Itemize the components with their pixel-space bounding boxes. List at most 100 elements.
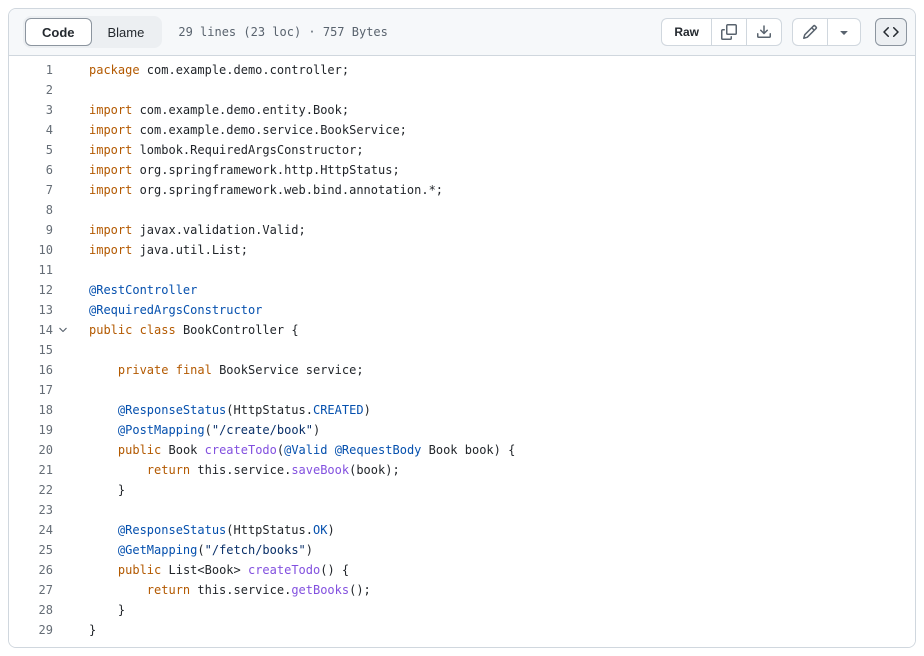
line-number[interactable]: 25 bbox=[9, 540, 53, 560]
line-number[interactable]: 27 bbox=[9, 580, 53, 600]
line-number[interactable]: 13 bbox=[9, 300, 53, 320]
fold-gutter-spacer bbox=[53, 220, 73, 240]
code-line-content: @GetMapping("/fetch/books") bbox=[89, 540, 313, 560]
code-line: 3 import com.example.demo.entity.Book; bbox=[9, 100, 915, 120]
fold-gutter-spacer bbox=[53, 400, 73, 420]
code-line-content: package com.example.demo.controller; bbox=[89, 60, 349, 80]
fold-gutter-spacer bbox=[53, 460, 73, 480]
tab-blame[interactable]: Blame bbox=[92, 18, 161, 46]
code-line-content: return this.service.saveBook(book); bbox=[89, 460, 400, 480]
edit-dropdown-button[interactable] bbox=[827, 18, 861, 46]
copy-button[interactable] bbox=[711, 18, 746, 46]
symbols-button[interactable] bbox=[875, 18, 907, 46]
code-line-content: import java.util.List; bbox=[89, 240, 248, 260]
line-number[interactable]: 20 bbox=[9, 440, 53, 460]
code-line-content: return this.service.getBooks(); bbox=[89, 580, 371, 600]
code-icon bbox=[883, 24, 899, 40]
fold-gutter-spacer bbox=[53, 480, 73, 500]
line-number[interactable]: 23 bbox=[9, 500, 53, 520]
code-line-content: @RestController bbox=[89, 280, 197, 300]
code-line: 8 bbox=[9, 200, 915, 220]
code-line-content: import org.springframework.web.bind.anno… bbox=[89, 180, 443, 200]
code-line-content: import com.example.demo.entity.Book; bbox=[89, 100, 349, 120]
line-number[interactable]: 11 bbox=[9, 260, 53, 280]
fold-gutter-spacer bbox=[53, 240, 73, 260]
line-number[interactable]: 24 bbox=[9, 520, 53, 540]
code-line: 14 public class BookController { bbox=[9, 320, 915, 340]
raw-button[interactable]: Raw bbox=[661, 18, 711, 46]
line-number[interactable]: 4 bbox=[9, 120, 53, 140]
code-line-content: @ResponseStatus(HttpStatus.OK) bbox=[89, 520, 335, 540]
fold-gutter-spacer bbox=[53, 340, 73, 360]
line-number[interactable]: 2 bbox=[9, 80, 53, 100]
line-number[interactable]: 8 bbox=[9, 200, 53, 220]
code-line-content: import lombok.RequiredArgsConstructor; bbox=[89, 140, 364, 160]
line-number[interactable]: 19 bbox=[9, 420, 53, 440]
code-line-content: } bbox=[89, 620, 96, 640]
collapse-chevron-icon[interactable] bbox=[53, 320, 73, 340]
code-line: 2 bbox=[9, 80, 915, 100]
code-line: 20 public Book createTodo(@Valid @Reques… bbox=[9, 440, 915, 460]
line-number[interactable]: 15 bbox=[9, 340, 53, 360]
code-line: 11 bbox=[9, 260, 915, 280]
line-number[interactable]: 3 bbox=[9, 100, 53, 120]
fold-gutter-spacer bbox=[53, 100, 73, 120]
code-line: 19 @PostMapping("/create/book") bbox=[9, 420, 915, 440]
file-header: Code Blame 29 lines (23 loc) · 757 Bytes… bbox=[9, 9, 915, 56]
code-line: 23 bbox=[9, 500, 915, 520]
code-content: 1 package com.example.demo.controller; 23 i… bbox=[9, 56, 915, 648]
download-button[interactable] bbox=[746, 18, 782, 46]
fold-gutter-spacer bbox=[53, 420, 73, 440]
line-number[interactable]: 17 bbox=[9, 380, 53, 400]
code-line-content: import javax.validation.Valid; bbox=[89, 220, 306, 240]
line-number[interactable]: 28 bbox=[9, 600, 53, 620]
line-number[interactable]: 16 bbox=[9, 360, 53, 380]
line-number[interactable]: 10 bbox=[9, 240, 53, 260]
code-line: 22 } bbox=[9, 480, 915, 500]
code-line: 7 import org.springframework.web.bind.ann… bbox=[9, 180, 915, 200]
code-line-content: public class BookController { bbox=[89, 320, 299, 340]
code-line-content: public List<Book> createTodo() { bbox=[89, 560, 349, 580]
file-view-container: Code Blame 29 lines (23 loc) · 757 Bytes… bbox=[8, 8, 916, 648]
code-line: 24 @ResponseStatus(HttpStatus.OK) bbox=[9, 520, 915, 540]
fold-gutter-spacer bbox=[53, 440, 73, 460]
code-line: 10 import java.util.List; bbox=[9, 240, 915, 260]
code-line: 26 public List<Book> createTodo() { bbox=[9, 560, 915, 580]
code-line-content: @RequiredArgsConstructor bbox=[89, 300, 262, 320]
line-number[interactable]: 14 bbox=[9, 320, 53, 340]
line-number[interactable]: 5 bbox=[9, 140, 53, 160]
line-number[interactable]: 21 bbox=[9, 460, 53, 480]
code-line: 16 private final BookService service; bbox=[9, 360, 915, 380]
line-number[interactable]: 18 bbox=[9, 400, 53, 420]
line-number[interactable]: 22 bbox=[9, 480, 53, 500]
code-line-content: import com.example.demo.service.BookServ… bbox=[89, 120, 407, 140]
line-number[interactable]: 6 bbox=[9, 160, 53, 180]
code-line-content: } bbox=[89, 600, 125, 620]
edit-group bbox=[792, 18, 861, 46]
line-number[interactable]: 7 bbox=[9, 180, 53, 200]
code-line: 5 import lombok.RequiredArgsConstructor; bbox=[9, 140, 915, 160]
code-line: 15 bbox=[9, 340, 915, 360]
fold-gutter-spacer bbox=[53, 80, 73, 100]
fold-gutter-spacer bbox=[53, 200, 73, 220]
code-line-content: public Book createTodo(@Valid @RequestBo… bbox=[89, 440, 515, 460]
code-line: 28 } bbox=[9, 600, 915, 620]
pencil-icon bbox=[802, 24, 818, 40]
code-blame-toggle: Code Blame bbox=[23, 16, 162, 48]
fold-gutter-spacer bbox=[53, 520, 73, 540]
edit-button[interactable] bbox=[792, 18, 827, 46]
line-number[interactable]: 9 bbox=[9, 220, 53, 240]
fold-gutter-spacer bbox=[53, 380, 73, 400]
file-actions: Raw bbox=[651, 18, 907, 46]
line-number[interactable]: 29 bbox=[9, 620, 53, 640]
fold-gutter-spacer bbox=[53, 500, 73, 520]
file-info: 29 lines (23 loc) · 757 Bytes bbox=[178, 25, 388, 39]
line-number[interactable]: 26 bbox=[9, 560, 53, 580]
line-number[interactable]: 1 bbox=[9, 60, 53, 80]
fold-gutter-spacer bbox=[53, 580, 73, 600]
raw-actions-group: Raw bbox=[661, 18, 782, 46]
tab-code[interactable]: Code bbox=[25, 18, 92, 46]
code-line: 1 package com.example.demo.controller; bbox=[9, 60, 915, 80]
line-number[interactable]: 12 bbox=[9, 280, 53, 300]
fold-gutter-spacer bbox=[53, 620, 73, 640]
